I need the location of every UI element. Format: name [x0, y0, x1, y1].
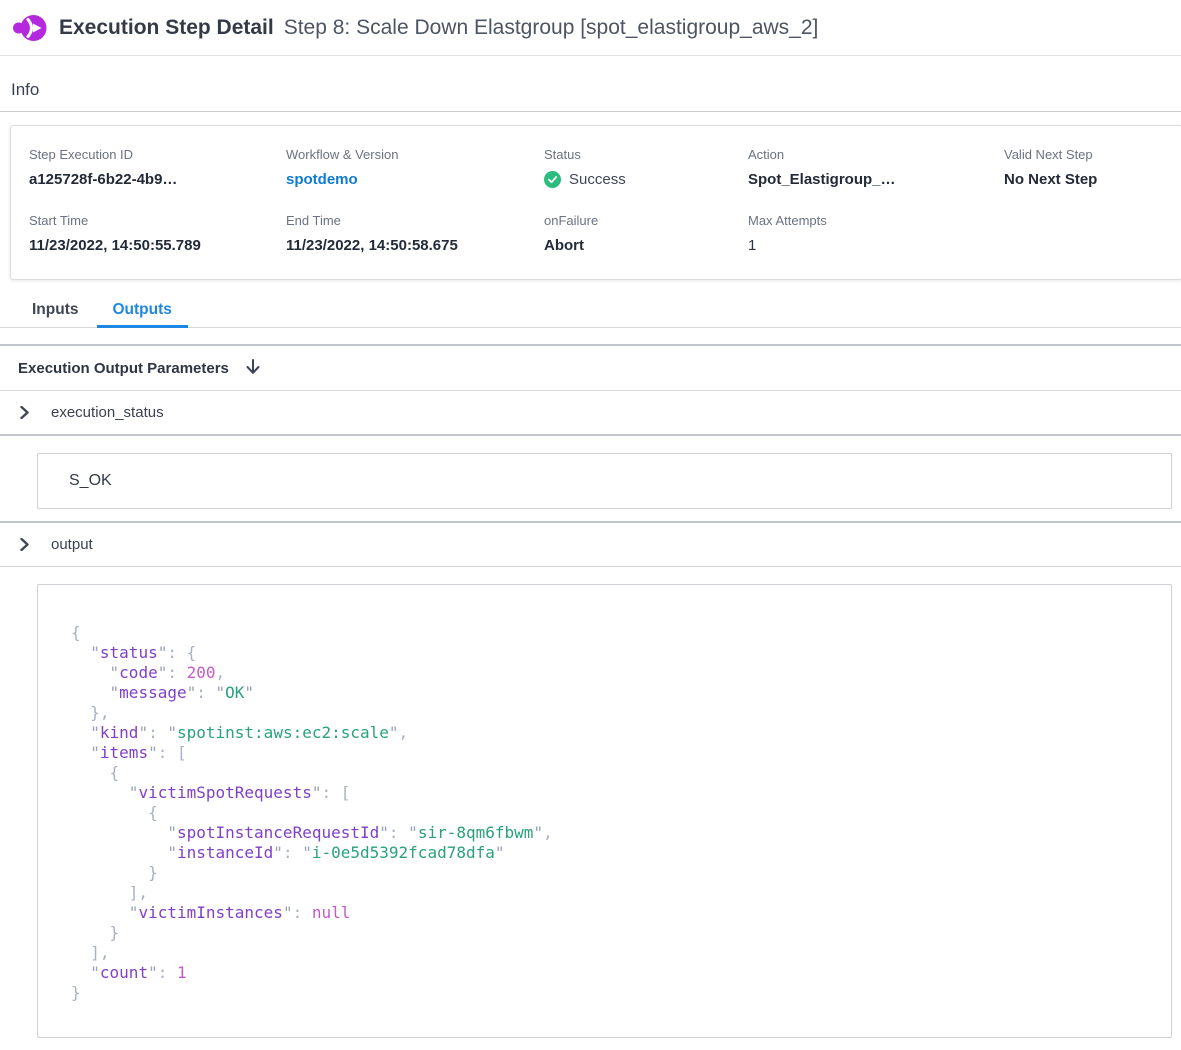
info-card: Step Execution ID a125728f-6b22-4b9… Wor…: [10, 125, 1181, 280]
field-on-failure: onFailure Abort: [544, 213, 748, 254]
field-label: Start Time: [29, 213, 286, 228]
page-subtitle: Step 8: Scale Down Elastgroup [spot_elas…: [284, 16, 819, 40]
field-label: onFailure: [544, 213, 748, 228]
param-row-execution-status[interactable]: execution_status: [0, 391, 1181, 436]
execution-status-value: S_OK: [69, 472, 112, 489]
field-value: 11/23/2022, 14:50:58.675: [286, 237, 544, 254]
status-badge: Success: [544, 171, 748, 188]
tab-inputs[interactable]: Inputs: [16, 301, 95, 327]
field-value: Abort: [544, 237, 748, 254]
param-name: output: [51, 536, 93, 553]
field-label: Valid Next Step: [1004, 147, 1181, 162]
check-circle-icon: [544, 171, 561, 188]
field-action: Action Spot_Elastigroup_…: [748, 147, 1004, 188]
tab-outputs[interactable]: Outputs: [97, 301, 188, 327]
field-label: Workflow & Version: [286, 147, 544, 162]
info-grid: Step Execution ID a125728f-6b22-4b9… Wor…: [11, 126, 1181, 279]
field-workflow-version: Workflow & Version spotdemo: [286, 147, 544, 188]
output-json: { "status": { "code": 200, "message": "O…: [71, 623, 1151, 1003]
field-value: Spot_Elastigroup_…: [748, 171, 1004, 188]
param-row-output[interactable]: output: [0, 523, 1181, 567]
spacer: [0, 328, 1181, 344]
chevron-right-icon: [18, 538, 31, 551]
workflow-link[interactable]: spotdemo: [286, 171, 544, 188]
field-max-attempts: Max Attempts 1: [748, 213, 1004, 254]
field-label: Step Execution ID: [29, 147, 286, 162]
field-label: End Time: [286, 213, 544, 228]
info-section-title: Info: [0, 56, 1181, 112]
tab-bar: Inputs Outputs: [0, 301, 1181, 328]
field-empty: [1004, 213, 1181, 254]
chevron-right-icon: [18, 406, 31, 419]
field-status: Status Success: [544, 147, 748, 188]
field-label: Max Attempts: [748, 213, 1004, 228]
download-arrow-icon[interactable]: [245, 359, 261, 377]
resolve-logo-icon: [13, 14, 47, 42]
execution-status-value-box: S_OK: [37, 453, 1172, 509]
output-value-box: { "status": { "code": 200, "message": "O…: [37, 584, 1172, 1038]
output-params-title: Execution Output Parameters: [18, 360, 229, 377]
field-start-time: Start Time 11/23/2022, 14:50:55.789: [29, 213, 286, 254]
param-name: execution_status: [51, 404, 164, 421]
page-header: Execution Step Detail Step 8: Scale Down…: [0, 0, 1181, 56]
page-title: Execution Step Detail: [59, 16, 274, 40]
field-value: a125728f-6b22-4b9…: [29, 171, 286, 188]
field-value: No Next Step: [1004, 171, 1181, 188]
field-label: Status: [544, 147, 748, 162]
field-label: Action: [748, 147, 1004, 162]
field-value: 11/23/2022, 14:50:55.789: [29, 237, 286, 254]
status-text: Success: [569, 171, 626, 188]
output-params-header: Execution Output Parameters: [0, 344, 1181, 391]
field-end-time: End Time 11/23/2022, 14:50:58.675: [286, 213, 544, 254]
field-step-execution-id: Step Execution ID a125728f-6b22-4b9…: [29, 147, 286, 188]
field-value: 1: [748, 237, 1004, 254]
field-valid-next-step: Valid Next Step No Next Step: [1004, 147, 1181, 188]
